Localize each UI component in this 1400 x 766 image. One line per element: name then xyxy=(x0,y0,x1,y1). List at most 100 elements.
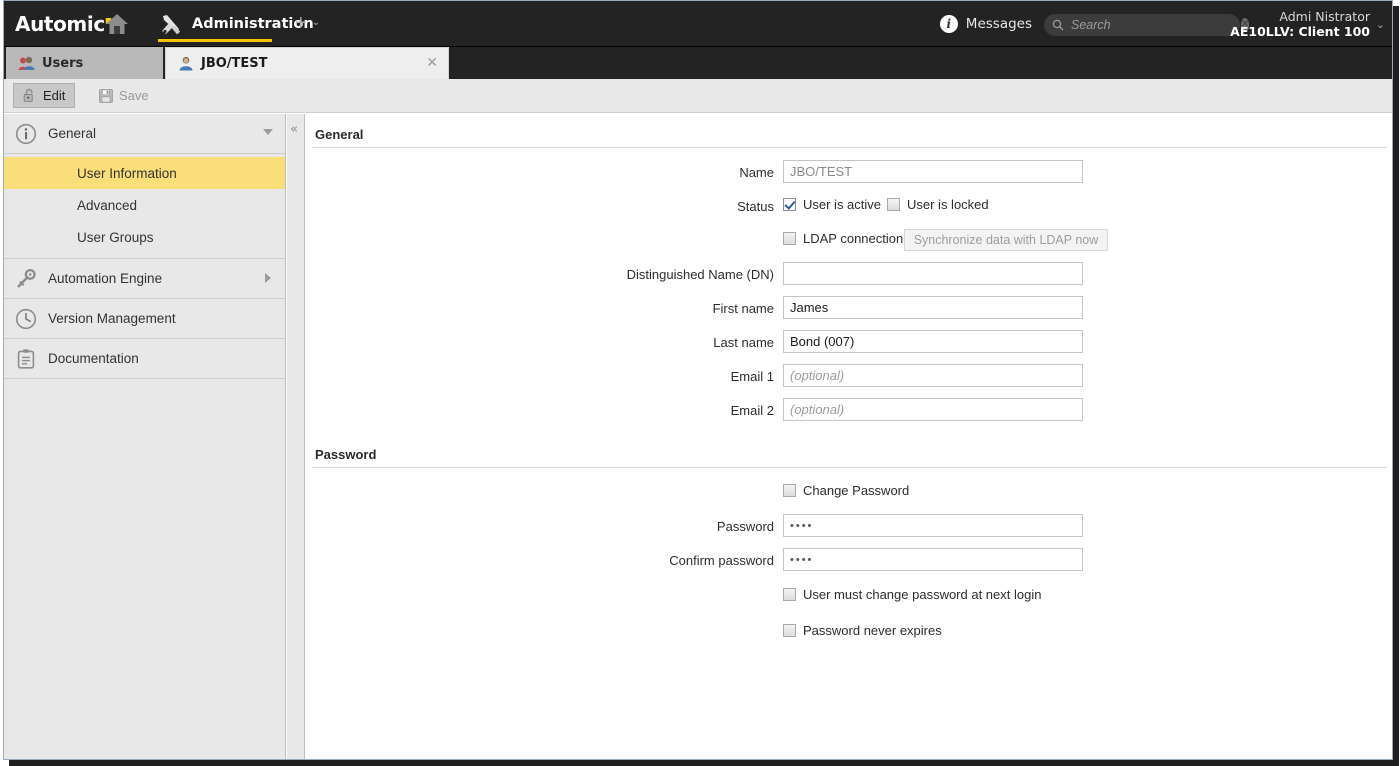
users-icon xyxy=(18,56,35,71)
sidebar-item-advanced[interactable]: Advanced xyxy=(4,189,285,221)
sidebar-collapse-handle[interactable]: « xyxy=(287,114,305,760)
clock-icon xyxy=(15,308,37,330)
checkbox-change-password[interactable]: Change Password xyxy=(783,483,909,498)
last-name-label: Last name xyxy=(306,330,774,356)
field-row-change-password: Change Password xyxy=(306,479,1393,505)
status-label: Status xyxy=(306,194,774,220)
search-box[interactable]: ✕ xyxy=(1044,14,1240,36)
checkbox-must-change-password[interactable]: User must change password at next login xyxy=(783,587,1041,602)
tab-label: Users xyxy=(42,56,83,71)
tab-users[interactable]: Users xyxy=(6,47,163,79)
sidebar-group-label: Automation Engine xyxy=(48,271,162,286)
email-2-input[interactable] xyxy=(783,398,1083,421)
synchronize-ldap-button[interactable]: Synchronize data with LDAP now xyxy=(904,229,1108,251)
checkbox-ldap-connection[interactable]: LDAP connection xyxy=(783,231,903,246)
field-row-email-2: Email 2 xyxy=(306,398,1393,424)
checkbox-box[interactable] xyxy=(783,232,796,245)
section-title-password: Password xyxy=(315,447,376,462)
field-row-ldap: LDAP connection Synchronize data with LD… xyxy=(306,227,1393,253)
checkbox-box[interactable] xyxy=(783,484,796,497)
sidebar-group-automation-engine[interactable]: Automation Engine xyxy=(4,259,285,299)
first-name-label: First name xyxy=(306,296,774,322)
top-navigation-bar: Automic▪ Administration + ⌄ xyxy=(4,1,1392,47)
checkbox-user-is-locked[interactable]: User is locked xyxy=(887,197,989,212)
checkbox-user-is-active[interactable]: User is active xyxy=(783,197,881,212)
automic-logo: Automic▪ xyxy=(15,12,112,36)
field-row-password: Password xyxy=(306,514,1393,540)
logo-text: Automic xyxy=(15,12,105,36)
synchronize-ldap-label: Synchronize data with LDAP now xyxy=(914,233,1099,247)
checkbox-box[interactable] xyxy=(783,198,796,211)
sidebar-group-general[interactable]: General xyxy=(4,114,285,154)
checkbox-box[interactable] xyxy=(783,588,796,601)
field-row-last-name: Last name xyxy=(306,330,1393,356)
search-input[interactable] xyxy=(1071,18,1234,32)
chevron-double-left-icon: « xyxy=(290,122,298,137)
sidebar-item-user-information[interactable]: User Information xyxy=(4,157,285,189)
name-label: Name xyxy=(306,160,774,186)
field-row-confirm-password: Confirm password xyxy=(306,548,1393,574)
user-name: Admi Nistrator xyxy=(1230,9,1370,24)
email-1-input[interactable] xyxy=(783,364,1083,387)
field-row-password-never-expires: Password never expires xyxy=(306,619,1393,645)
tools-icon xyxy=(160,13,184,35)
user-account-menu[interactable]: Admi Nistrator AE10LLV: Client 100 xyxy=(1230,9,1370,39)
action-toolbar: Edit Save xyxy=(4,79,1392,113)
clipboard-icon xyxy=(15,348,37,370)
user-chevron-down-icon[interactable]: ⌄ xyxy=(1376,18,1385,31)
search-icon xyxy=(1052,19,1064,31)
edit-button-label: Edit xyxy=(43,88,65,103)
info-circle-icon xyxy=(15,123,37,145)
sidebar-item-label: User Groups xyxy=(77,230,154,245)
checkbox-label: Password never expires xyxy=(803,623,942,638)
field-row-must-change-password: User must change password at next login xyxy=(306,583,1393,609)
tab-label: JBO/TEST xyxy=(201,56,268,71)
save-button[interactable]: Save xyxy=(89,83,159,108)
save-button-label: Save xyxy=(119,88,149,103)
user-client: AE10LLV: Client 100 xyxy=(1230,24,1370,39)
user-information-form: General Name Status User is active User … xyxy=(306,114,1393,760)
sidebar-group-label: General xyxy=(48,126,96,141)
tab-strip: Users JBO/TEST ✕ xyxy=(4,47,1392,79)
confirm-password-label: Confirm password xyxy=(306,548,774,574)
checkbox-password-never-expires[interactable]: Password never expires xyxy=(783,623,942,638)
checkbox-box[interactable] xyxy=(783,624,796,637)
sidebar-item-user-groups[interactable]: User Groups xyxy=(4,221,285,253)
field-row-status: Status User is active User is locked xyxy=(306,194,1393,220)
info-icon: i xyxy=(940,15,958,33)
checkbox-label: Change Password xyxy=(803,483,909,498)
chevron-right-icon[interactable] xyxy=(265,273,271,283)
settings-sidebar: General User Information Advanced User G… xyxy=(4,114,286,760)
chevron-down-icon[interactable] xyxy=(263,129,273,135)
add-menu-button[interactable]: + ⌄ xyxy=(295,15,320,31)
section-title-general: General xyxy=(315,127,363,142)
checkbox-box[interactable] xyxy=(887,198,900,211)
sidebar-group-documentation[interactable]: Documentation xyxy=(4,339,285,379)
edit-button[interactable]: Edit xyxy=(13,83,75,108)
messages-button[interactable]: i Messages xyxy=(940,15,1032,33)
last-name-input[interactable] xyxy=(783,330,1083,353)
sidebar-group-version-management[interactable]: Version Management xyxy=(4,299,285,339)
first-name-input[interactable] xyxy=(783,296,1083,319)
field-row-distinguished-name: Distinguished Name (DN) xyxy=(306,262,1393,288)
confirm-password-input[interactable] xyxy=(783,548,1083,571)
application-window: Automic▪ Administration + ⌄ xyxy=(3,0,1393,760)
checkbox-label: User must change password at next login xyxy=(803,587,1041,602)
checkbox-label: LDAP connection xyxy=(803,231,903,246)
sidebar-item-label: User Information xyxy=(77,166,177,181)
section-divider xyxy=(312,147,1387,148)
home-icon[interactable] xyxy=(104,12,130,36)
email-1-label: Email 1 xyxy=(306,364,774,390)
messages-label: Messages xyxy=(966,16,1032,32)
close-icon[interactable]: ✕ xyxy=(426,56,438,70)
email-2-label: Email 2 xyxy=(306,398,774,424)
password-input[interactable] xyxy=(783,514,1083,537)
sidebar-subgroup-general: User Information Advanced User Groups xyxy=(4,154,285,259)
field-row-email-1: Email 1 xyxy=(306,364,1393,390)
password-label: Password xyxy=(306,514,774,540)
distinguished-name-input[interactable] xyxy=(783,262,1083,285)
distinguished-name-label: Distinguished Name (DN) xyxy=(306,262,774,288)
name-input[interactable] xyxy=(783,160,1083,183)
tab-jbo-test[interactable]: JBO/TEST ✕ xyxy=(165,47,449,79)
key-icon xyxy=(15,268,37,290)
